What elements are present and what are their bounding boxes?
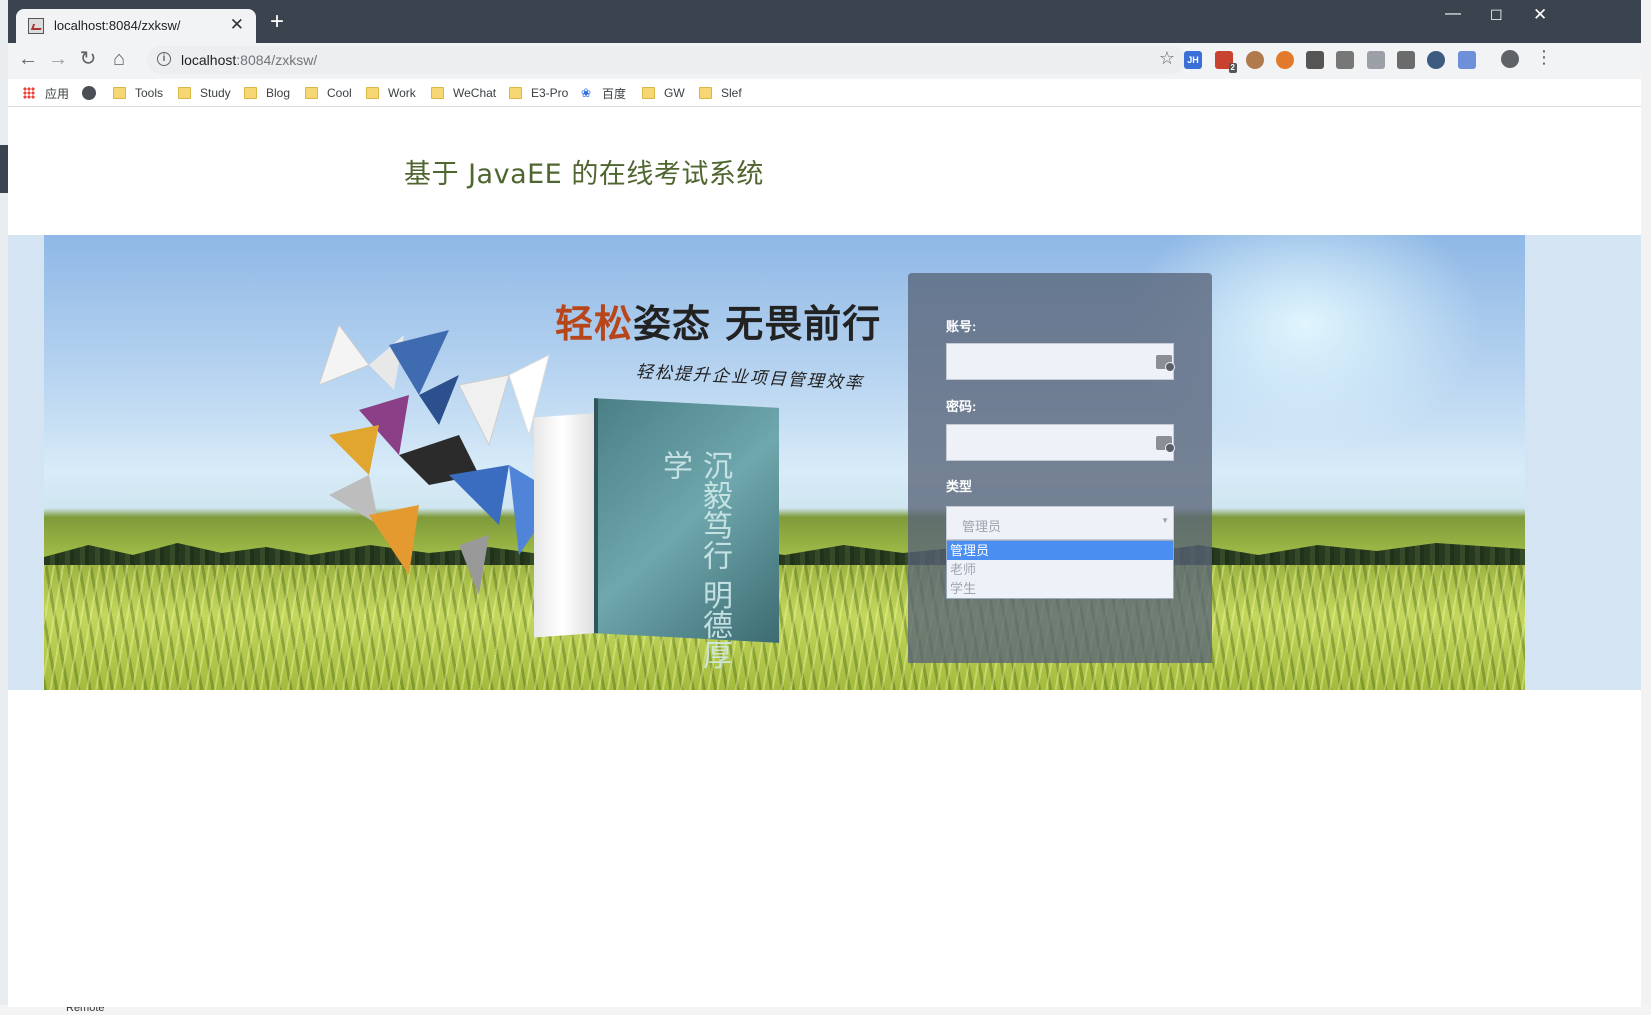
extension-doc-icon[interactable] <box>1367 51 1385 69</box>
option-teacher[interactable]: 老师 <box>947 560 1173 579</box>
bookmark-label: Slef <box>721 86 742 100</box>
folder-icon <box>366 87 379 99</box>
url-text: localhost:8084/zxksw/ <box>181 52 317 68</box>
folder-icon <box>642 87 655 99</box>
login-panel: 账号: 密码: 类型 管理员 ▼ 管理员 老师 学生 <box>908 273 1212 663</box>
bookmark-work[interactable]: Work <box>366 83 416 103</box>
slogan-text: 轻松姿态 无畏前行 <box>555 293 881 348</box>
bookmark-label: Blog <box>266 86 291 100</box>
bookmarks-bar: 应用 Tools Study Blog Cool Work WeChat E3-… <box>8 79 1641 107</box>
url-host: localhost <box>181 52 237 68</box>
back-icon[interactable]: ← <box>16 47 40 71</box>
extension-orange-icon[interactable] <box>1276 51 1294 69</box>
close-tab-icon[interactable]: ✕ <box>230 15 244 35</box>
bookmark-label: WeChat <box>453 86 497 100</box>
close-window-icon[interactable]: ✕ <box>1533 5 1547 25</box>
chevron-down-icon: ▼ <box>1161 516 1169 525</box>
new-tab-icon[interactable]: + <box>270 10 284 34</box>
address-bar[interactable]: i localhost:8084/zxksw/ ☆ <box>147 46 1187 74</box>
bookmark-label: 百度 <box>602 86 627 101</box>
bookmark-label: GW <box>664 86 685 100</box>
extension-globe-icon[interactable] <box>1427 51 1445 69</box>
title-bar: localhost:8084/zxksw/ ✕ + — ☐ ✕ <box>8 0 1641 43</box>
sub-slogan-text: 轻松提升企业项目管理效率 <box>635 362 865 394</box>
extension-qr-icon[interactable] <box>1306 51 1324 69</box>
folder-icon <box>509 87 522 99</box>
option-admin[interactable]: 管理员 <box>947 541 1173 560</box>
minimize-icon[interactable]: — <box>1445 5 1461 23</box>
password-input[interactable] <box>946 424 1174 461</box>
grass-field <box>44 565 1525 690</box>
home-icon[interactable]: ⌂ <box>107 47 131 71</box>
slogan-rest: 姿态 无畏前行 <box>633 301 882 346</box>
extension-translate-icon[interactable] <box>1336 51 1354 69</box>
folder-icon <box>431 87 444 99</box>
password-label: 密码: <box>946 399 977 414</box>
url-path: :8084/zxksw/ <box>236 52 318 68</box>
page-favicon-icon <box>28 18 44 34</box>
bookmark-label: Study <box>200 86 231 100</box>
extension-download-icon[interactable] <box>1397 51 1415 69</box>
login-banner: 轻松姿态 无畏前行 轻松提升企业项目管理效率 沉毅笃行 明德厚学 <box>44 235 1525 690</box>
bookmark-study[interactable]: Study <box>178 83 231 103</box>
browser-window: localhost:8084/zxksw/ ✕ + — ☐ ✕ ← → ↻ ⌂ … <box>8 0 1641 1007</box>
folder-icon <box>178 87 191 99</box>
password-keyboard-icon[interactable] <box>1156 436 1175 453</box>
bookmark-gw[interactable]: GW <box>642 83 685 103</box>
browser-menu-icon[interactable]: ⋮ <box>1535 47 1553 68</box>
book-calligraphy: 沉毅笃行 明德厚学 <box>657 450 732 670</box>
extension-bird-icon[interactable] <box>1458 51 1476 69</box>
bookmark-baidu[interactable]: ❀ 百度 <box>581 83 626 103</box>
tab-title: localhost:8084/zxksw/ <box>54 18 181 33</box>
page-content: 基于 JavaEE 的在线考试系统 轻松姿态 无畏前行 轻松提升企业项目管理效率… <box>8 108 1641 1007</box>
maximize-icon[interactable]: ☐ <box>1490 7 1503 24</box>
bookmark-label: 应用 <box>45 86 70 101</box>
bookmark-wechat[interactable]: WeChat <box>431 83 496 103</box>
extension-tampermonkey-icon[interactable] <box>1246 51 1264 69</box>
globe-icon <box>82 86 96 100</box>
bookmark-slef[interactable]: Slef <box>699 83 742 103</box>
bookmark-label: E3-Pro <box>531 86 569 100</box>
bookmark-globe[interactable] <box>82 83 96 103</box>
extension-jh-icon[interactable]: JH <box>1184 51 1202 69</box>
extension-badge-count: 2 <box>1228 63 1237 73</box>
user-type-select[interactable]: 管理员 ▼ <box>946 506 1174 540</box>
forward-icon[interactable]: → <box>46 47 70 71</box>
bookmark-e3pro[interactable]: E3-Pro <box>509 83 568 103</box>
bookmark-blog[interactable]: Blog <box>244 83 290 103</box>
bookmark-label: Cool <box>327 86 352 100</box>
reload-icon[interactable]: ↻ <box>76 47 100 71</box>
extension-badge-icon[interactable]: 2 <box>1215 51 1237 73</box>
profile-avatar-icon[interactable] <box>1501 50 1519 68</box>
folder-icon <box>305 87 318 99</box>
user-type-dropdown: 管理员 老师 学生 <box>946 540 1174 599</box>
bookmark-label: Tools <box>135 86 164 100</box>
option-student[interactable]: 学生 <box>947 579 1173 598</box>
slogan-highlight: 轻松 <box>555 301 634 346</box>
folder-icon <box>113 87 126 99</box>
apps-grid-icon <box>23 87 35 99</box>
account-keyboard-icon[interactable] <box>1156 355 1175 372</box>
account-label: 账号: <box>946 319 977 334</box>
bookmark-label: Work <box>388 86 416 100</box>
folder-icon <box>244 87 257 99</box>
desktop-left-edge <box>0 0 8 1015</box>
bookmark-cool[interactable]: Cool <box>305 83 352 103</box>
browser-tab[interactable]: localhost:8084/zxksw/ ✕ <box>16 9 256 43</box>
type-label: 类型 <box>946 479 973 494</box>
browser-toolbar: ← → ↻ ⌂ i localhost:8084/zxksw/ ☆ JH 2 ⋮ <box>8 43 1641 79</box>
user-type-selected-value: 管理员 <box>962 519 1002 534</box>
account-input[interactable] <box>946 343 1174 380</box>
site-info-icon[interactable]: i <box>157 52 171 66</box>
desktop-right-edge <box>1641 0 1651 1015</box>
page-title: 基于 JavaEE 的在线考试系统 <box>404 159 764 190</box>
baidu-paw-icon: ❀ <box>581 86 592 100</box>
bookmark-tools[interactable]: Tools <box>113 83 163 103</box>
bookmark-star-icon[interactable]: ☆ <box>1159 48 1175 69</box>
folder-icon <box>699 87 712 99</box>
bookmark-apps[interactable]: 应用 <box>23 83 69 103</box>
